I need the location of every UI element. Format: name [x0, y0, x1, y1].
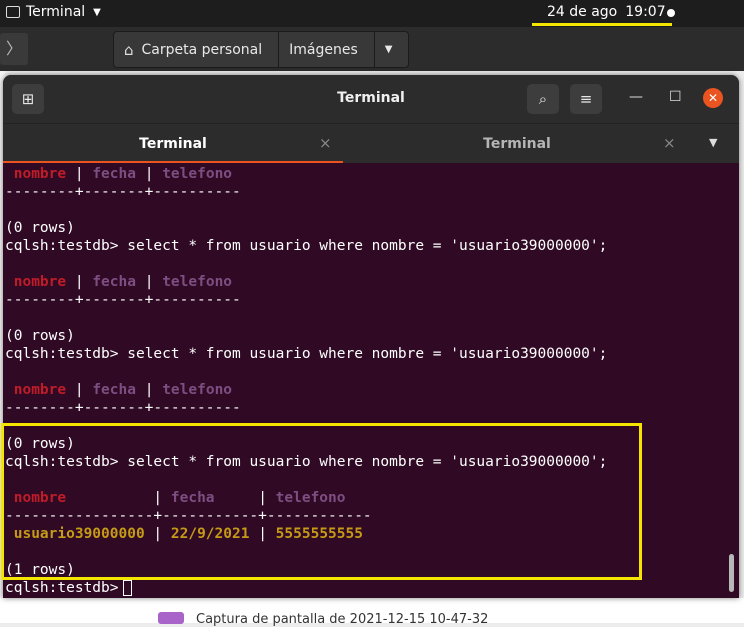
- table-header: nombre | fecha | telefono: [13, 274, 233, 290]
- breadcrumb: ⌂ Carpeta personal Imágenes ▼: [113, 31, 410, 68]
- tabs-menu-chevron-icon[interactable]: ▼: [709, 136, 717, 149]
- home-icon: ⌂: [124, 40, 134, 59]
- tab-label: Terminal: [139, 136, 207, 152]
- table-header: nombre | fecha | telefono: [13, 166, 233, 182]
- table-row: usuario39000000 | 22/9/2021 | 5555555555: [13, 526, 363, 542]
- close-icon: ✕: [707, 91, 719, 105]
- breadcrumb-home-label: Carpeta personal: [141, 41, 263, 58]
- back-button[interactable]: 〉: [0, 33, 28, 65]
- terminal-output[interactable]: nombre | fecha | telefono --------+-----…: [3, 163, 739, 598]
- chevron-right-icon: 〉: [5, 39, 22, 58]
- scrollbar[interactable]: [729, 554, 734, 592]
- clock[interactable]: 24 de ago 19:07: [547, 4, 666, 20]
- app-menu-label: Terminal: [26, 4, 86, 20]
- breadcrumb-home[interactable]: ⌂ Carpeta personal: [114, 32, 280, 67]
- tab-terminal-1[interactable]: Terminal ×: [3, 124, 343, 164]
- clock-highlight: [532, 23, 672, 26]
- breadcrumb-images-label: Imágenes: [289, 41, 358, 58]
- search-button[interactable]: ⌕: [527, 84, 559, 114]
- command-line: cqlsh:testdb> select * from usuario wher…: [5, 454, 608, 470]
- breadcrumb-images[interactable]: Imágenes: [279, 32, 375, 67]
- menu-button[interactable]: ≡: [570, 84, 602, 114]
- close-button[interactable]: ✕: [703, 88, 723, 108]
- tab-close-icon[interactable]: ×: [663, 134, 676, 152]
- title-bar: ⊞ Terminal ⌕ ≡ — ☐ ✕: [3, 75, 739, 123]
- table-separator: -----------------+-----------+----------…: [5, 508, 372, 524]
- tab-bar: Terminal × Terminal × ▼: [3, 123, 739, 164]
- command-line: cqlsh:testdb> select * from usuario wher…: [5, 346, 608, 362]
- chevron-down-icon: ▼: [384, 44, 393, 55]
- clock-time: 19:07: [625, 4, 666, 20]
- tab-label: Terminal: [483, 136, 551, 152]
- cursor: [122, 580, 132, 596]
- terminal-window: ⊞ Terminal ⌕ ≡ — ☐ ✕ Terminal × Terminal…: [3, 75, 739, 598]
- breadcrumb-menu-button[interactable]: ▼: [375, 32, 409, 67]
- hamburger-icon: ≡: [579, 90, 593, 108]
- top-bar: Terminal ▼ 24 de ago 19:07: [0, 0, 744, 27]
- table-separator: --------+-------+----------: [5, 184, 241, 200]
- notification-dot-icon: [667, 9, 675, 17]
- table-header: nombre | fecha | telefono: [13, 490, 346, 506]
- row-count: (0 rows): [5, 220, 75, 236]
- clock-date: 24 de ago: [547, 4, 618, 20]
- chevron-down-icon: ▼: [93, 6, 101, 18]
- tab-close-icon[interactable]: ×: [319, 134, 332, 152]
- minimize-button[interactable]: —: [629, 89, 643, 105]
- command-line: cqlsh:testdb> select * from usuario wher…: [5, 238, 608, 254]
- tab-terminal-2[interactable]: Terminal ×: [347, 124, 687, 164]
- file-item-name[interactable]: Captura de pantalla de 2021-12-15 10-47-…: [196, 612, 488, 627]
- app-menu[interactable]: Terminal ▼: [6, 4, 101, 20]
- prompt-line[interactable]: cqlsh:testdb>: [5, 579, 132, 597]
- table-header: nombre | fecha | telefono: [13, 382, 233, 398]
- search-icon: ⌕: [538, 90, 548, 108]
- table-separator: --------+-------+----------: [5, 400, 241, 416]
- table-separator: --------+-------+----------: [5, 292, 241, 308]
- terminal-icon: [6, 6, 20, 18]
- row-count: (1 rows): [5, 562, 75, 578]
- row-count: (0 rows): [5, 328, 75, 344]
- row-count: (0 rows): [5, 436, 75, 452]
- maximize-button[interactable]: ☐: [669, 89, 682, 105]
- image-file-icon: [158, 612, 184, 624]
